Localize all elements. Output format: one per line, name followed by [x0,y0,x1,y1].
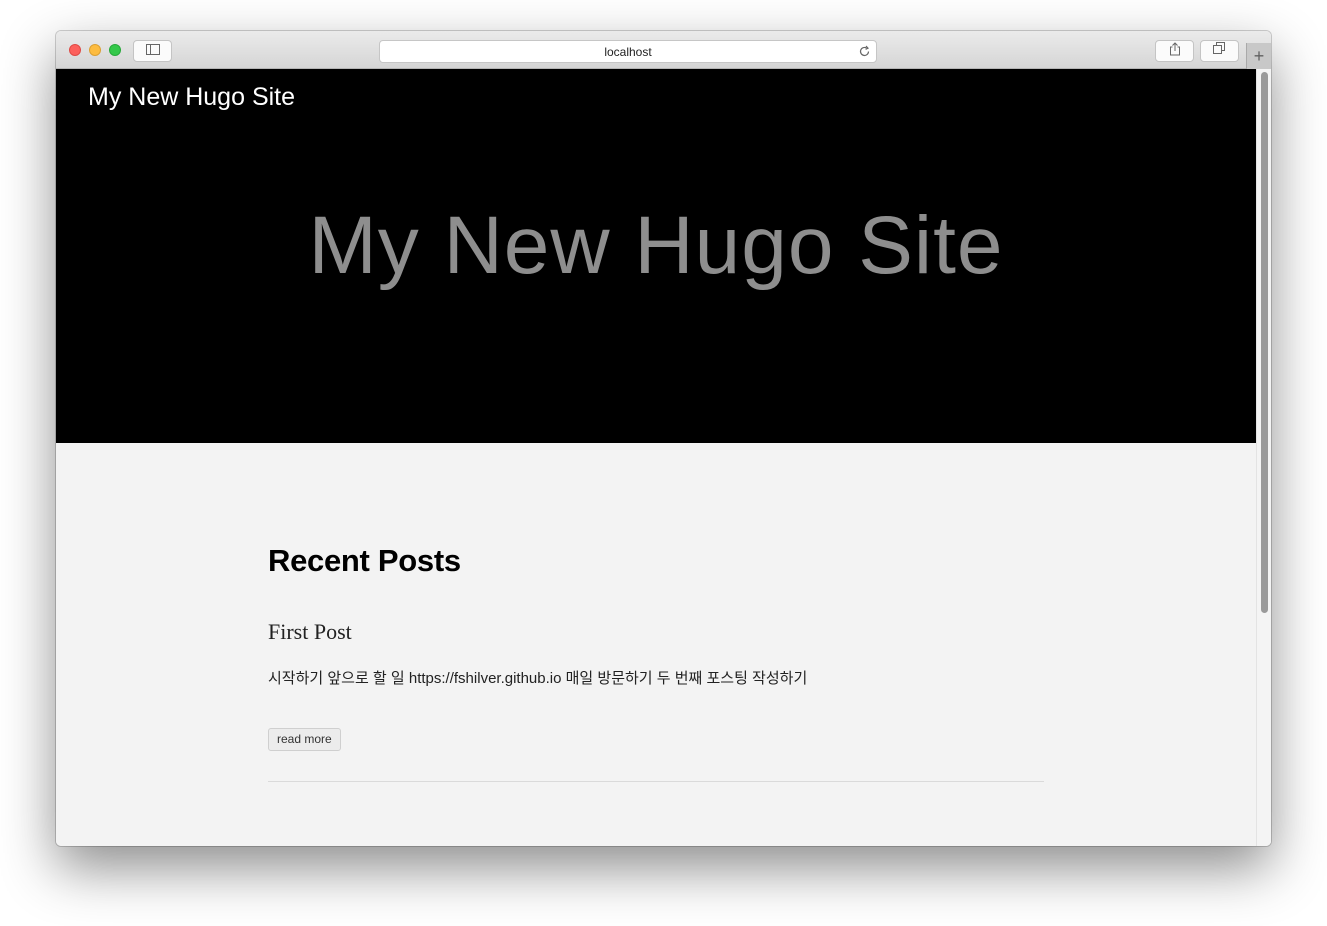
address-bar[interactable]: localhost [379,40,877,63]
post-divider [268,781,1044,782]
new-tab-button[interactable]: + [1246,43,1271,69]
zoom-window-button[interactable] [109,44,121,56]
sidebar-icon [145,42,160,60]
tabs-overview-icon [1213,42,1226,60]
share-icon [1169,41,1181,61]
scrollbar-thumb[interactable] [1261,72,1268,613]
vertical-scrollbar[interactable] [1256,69,1271,846]
post-summary: 시작하기 앞으로 할 일 https://fshilver.github.io … [268,670,808,687]
minimize-window-button[interactable] [89,44,101,56]
sidebar-toggle-button[interactable] [133,40,172,62]
browser-window: localhost + My New Hugo Site My New Hugo… [56,31,1271,846]
main-content: Recent Posts First Post 시작하기 앞으로 할 일 htt… [268,543,1044,782]
browser-toolbar: localhost + [56,31,1271,69]
close-window-button[interactable] [69,44,81,56]
reload-icon[interactable] [857,44,872,59]
recent-posts-heading: Recent Posts [268,543,461,578]
read-more-button[interactable]: read more [268,728,341,751]
page-viewport: My New Hugo Site My New Hugo Site Recent… [56,69,1271,846]
hero-header: My New Hugo Site My New Hugo Site [56,69,1256,443]
site-title-link[interactable]: My New Hugo Site [88,83,295,112]
url-text: localhost [604,45,652,59]
tabs-overview-button[interactable] [1200,40,1239,62]
hero-title: My New Hugo Site [308,200,1004,291]
share-button[interactable] [1155,40,1194,62]
post-title-link[interactable]: First Post [268,619,352,645]
